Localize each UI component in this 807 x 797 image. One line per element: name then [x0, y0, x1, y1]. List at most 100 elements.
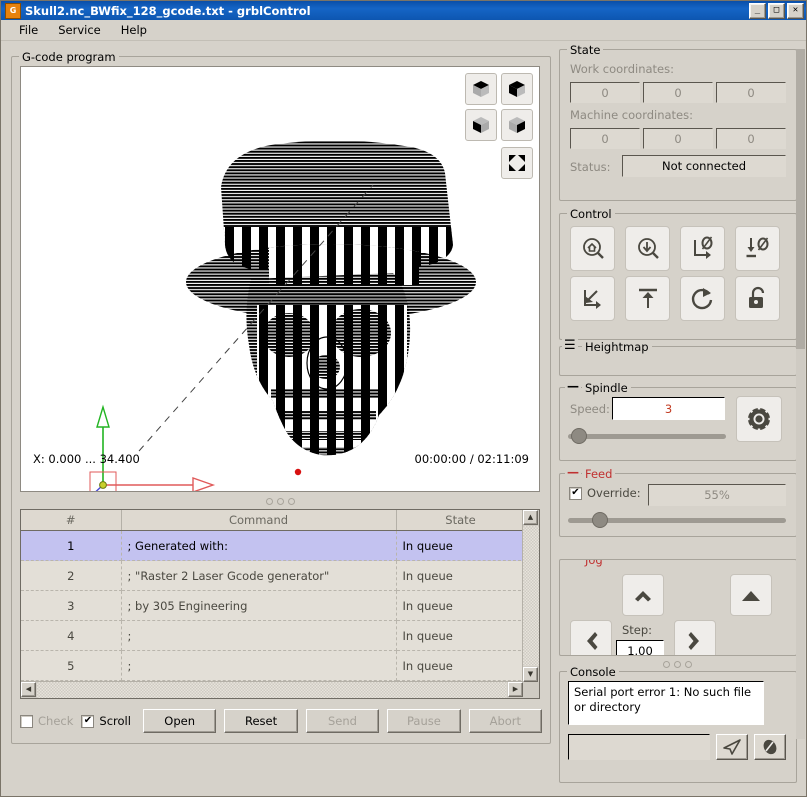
work-x-field[interactable]: 0 [570, 82, 640, 103]
table-row[interactable]: 4; In queue [21, 620, 526, 651]
console-clear-button[interactable] [754, 734, 786, 760]
unlock-button[interactable] [735, 276, 780, 321]
right-panel-scroll-thumb[interactable] [796, 49, 805, 349]
menu-help[interactable]: Help [111, 21, 157, 39]
spindle-toggle-button[interactable] [736, 396, 782, 442]
stat-time: 00:00:00 / 02:11:09 [414, 452, 529, 466]
table-row[interactable]: 5; In queue [21, 650, 526, 681]
menu-file[interactable]: File [9, 21, 48, 39]
scroll-track-horizontal[interactable] [37, 682, 507, 698]
heightmap-group[interactable]: ☰ Heightmap [559, 339, 797, 376]
spindle-speed-label: Speed: [570, 402, 610, 416]
cell-state: In queue [396, 590, 526, 621]
right-panel-scrollbar[interactable] [796, 49, 805, 739]
feed-override-checkbox-box[interactable]: ✔ [569, 486, 582, 500]
restore-origin-button[interactable] [570, 276, 615, 321]
col-header-num[interactable]: # [21, 510, 122, 531]
spindle-legend: Spindle [582, 381, 631, 395]
scroll-checkbox-box[interactable]: ✔ [81, 714, 95, 728]
spindle-speed-slider[interactable] [568, 428, 726, 444]
machine-z-field[interactable]: 0 [716, 128, 786, 149]
left-chevron-icon [587, 632, 598, 650]
console-output[interactable]: Serial port error 1: No such file or dir… [568, 681, 764, 725]
cell-line-number: 2 [21, 560, 122, 591]
check-mode-checkbox[interactable]: Check [20, 714, 73, 728]
feed-override-label: Override: [587, 486, 641, 500]
title-bar: G Skull2.nc_BWfix_128_gcode.txt - grblCo… [1, 1, 806, 20]
table-row[interactable]: 3; by 305 Engineering In queue [21, 590, 526, 621]
viewer-table-splitter[interactable] [20, 496, 540, 507]
iso-view-back-right-button[interactable] [501, 109, 533, 141]
feed-override-slider[interactable] [568, 512, 786, 528]
table-horizontal-scrollbar[interactable]: ◀ ▶ [21, 681, 523, 698]
pause-button[interactable]: Pause [387, 709, 461, 733]
work-z-field[interactable]: 0 [716, 82, 786, 103]
gcode-table-inner: # Command State 1; Generated with: In que… [21, 510, 526, 698]
machine-y-field[interactable]: 0 [643, 128, 713, 149]
send-button[interactable]: Send [305, 709, 380, 733]
scroll-left-button[interactable]: ◀ [21, 682, 36, 697]
col-header-state[interactable]: State [396, 510, 526, 531]
menu-service[interactable]: Service [48, 21, 111, 39]
fit-to-screen-button[interactable] [501, 147, 533, 179]
gcode-table[interactable]: # Command State 1; Generated with: In que… [20, 509, 540, 699]
jog-step-field[interactable]: 1.00 [616, 640, 664, 655]
close-button[interactable]: ✕ [787, 2, 804, 19]
reset-button[interactable]: Reset [224, 709, 298, 733]
cell-command: ; "Raster 2 Laser Gcode generator" [121, 560, 397, 591]
jog-left-button[interactable] [570, 620, 612, 655]
check-checkbox-box[interactable] [20, 714, 33, 728]
iso-view-back-left-button[interactable] [465, 109, 497, 141]
minimize-button[interactable]: _ [749, 2, 766, 19]
machine-coordinates-label: Machine coordinates: [570, 108, 693, 122]
scroll-down-button[interactable]: ▼ [523, 667, 538, 682]
jog-collapse-icon[interactable]: — [565, 560, 581, 564]
slider-rail [568, 434, 726, 439]
table-row[interactable]: 2; "Raster 2 Laser Gcode generator" In qu… [21, 560, 526, 591]
probe-button[interactable] [625, 226, 670, 271]
gcode-3d-viewer[interactable]: X: 0.000 ... 34.400 Y: 0.000 ... 31.200 … [20, 66, 540, 492]
scroll-right-button[interactable]: ▶ [508, 682, 523, 697]
jog-z-up-button[interactable] [730, 574, 772, 616]
open-button[interactable]: Open [142, 709, 217, 733]
feed-override-checkbox[interactable]: ✔ Override: [569, 486, 641, 500]
scroll-up-button[interactable]: ▲ [523, 510, 538, 525]
jog-up-button[interactable] [622, 574, 664, 616]
abort-button[interactable]: Abort [468, 709, 543, 733]
menu-bar: File Service Help [1, 20, 806, 41]
col-header-command[interactable]: Command [121, 510, 397, 531]
zero-z-button[interactable] [735, 226, 780, 271]
home-button[interactable] [570, 226, 615, 271]
cube-icon [473, 117, 489, 133]
iso-view-front-left-button[interactable] [465, 73, 497, 105]
spindle-speed-field[interactable]: 3 [612, 397, 725, 420]
feed-override-field[interactable]: 55% [648, 484, 786, 506]
work-y-field[interactable]: 0 [643, 82, 713, 103]
jog-group: — Jog Step: 1.00 [559, 559, 797, 656]
gcode-program-group: G-code program X: 0.000 ... 34.400 00:00… [11, 50, 551, 744]
program-controls-bar: Check ✔ Scroll Open Reset Send Pause Abo… [20, 707, 543, 735]
scroll-checkbox[interactable]: ✔ Scroll [81, 714, 131, 728]
iso-view-front-right-button[interactable] [501, 73, 533, 105]
table-vertical-scrollbar[interactable]: ▲ ▼ [522, 510, 539, 682]
scroll-track-vertical[interactable] [523, 526, 539, 666]
console-send-button[interactable] [716, 734, 748, 760]
hamburger-icon[interactable]: ☰ [562, 339, 578, 352]
reset-button-control[interactable] [680, 276, 725, 321]
spindle-collapse-icon[interactable]: — [565, 380, 581, 392]
slider-knob[interactable] [592, 512, 608, 528]
maximize-button[interactable]: □ [768, 2, 785, 19]
zero-xy-button[interactable] [680, 226, 725, 271]
console-command-input[interactable] [568, 734, 710, 760]
table-row[interactable]: 1; Generated with: In queue [21, 530, 526, 561]
up-chevron-icon [635, 591, 651, 602]
machine-x-field[interactable]: 0 [570, 128, 640, 149]
jog-right-button[interactable] [674, 620, 716, 655]
slider-knob[interactable] [571, 428, 587, 444]
safe-position-button[interactable] [625, 276, 670, 321]
gcode-program-legend: G-code program [19, 50, 119, 64]
feed-collapse-icon[interactable]: — [565, 466, 581, 478]
unlock-padlock-icon [748, 286, 764, 308]
cell-command: ; by 305 Engineering [121, 590, 397, 621]
cell-line-number: 5 [21, 650, 122, 681]
